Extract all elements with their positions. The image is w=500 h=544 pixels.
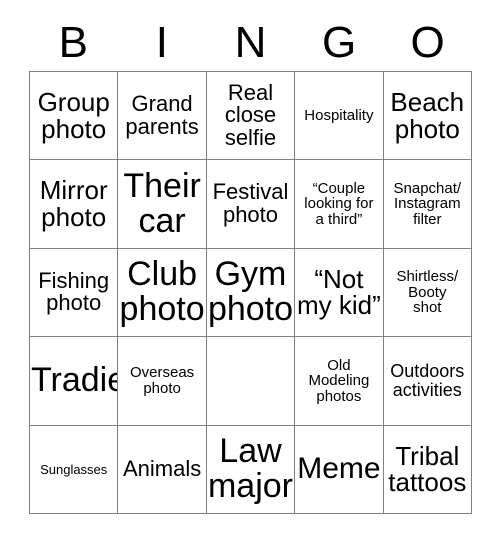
bingo-cell[interactable]: Their car — [118, 160, 207, 249]
bingo-cell-label: Sunglasses — [40, 461, 108, 477]
bingo-cell-label: Outdoors activities — [390, 361, 465, 400]
bingo-header-row: B I N G O — [29, 14, 472, 71]
bingo-cell[interactable]: Gym photo — [206, 248, 296, 338]
bingo-cell[interactable]: Mirror photo — [30, 160, 119, 249]
bingo-cell-label: Beach photo — [390, 86, 465, 144]
bingo-cell[interactable]: Overseas photo — [118, 337, 207, 426]
bingo-cell[interactable]: Old Modeling photos — [295, 337, 384, 426]
bingo-cell-label: Law major — [207, 432, 293, 506]
bingo-cell[interactable]: Shirtless/ Booty shot — [383, 248, 472, 338]
header-letter-n: N — [234, 17, 267, 67]
bingo-cell-label: Shirtless/ Booty shot — [396, 268, 459, 317]
bingo-cell-label: Festival photo — [212, 179, 289, 228]
bingo-cell[interactable]: Hospitality — [295, 72, 384, 161]
bingo-card: B I N G O Group photo Grand parents Real c… — [0, 0, 500, 544]
header-letter-b: B — [58, 17, 88, 67]
bingo-cell[interactable]: Fishing photo — [30, 248, 119, 338]
bingo-cell[interactable]: Tribal tattoos — [383, 425, 472, 514]
bingo-cell[interactable]: Tradie — [30, 337, 119, 426]
header-letter-o: O — [410, 17, 445, 67]
bingo-cell[interactable]: Group photo — [30, 72, 119, 161]
bingo-cell[interactable]: Real close selfie — [206, 72, 296, 161]
bingo-cell-label: Overseas photo — [129, 364, 195, 397]
bingo-cell-label: Tradie — [31, 361, 119, 400]
bingo-cell-label: Hospitality — [304, 106, 374, 124]
bingo-cell-label: Snapchat/ Instagram filter — [393, 179, 462, 228]
bingo-cell[interactable]: Sunglasses — [30, 425, 119, 514]
bingo-cell-label: Meme — [297, 451, 381, 485]
bingo-cell[interactable]: Snapchat/ Instagram filter — [383, 160, 472, 249]
bingo-cell-label: “Couple looking for a third” — [304, 179, 374, 228]
bingo-cell[interactable]: Outdoors activities — [383, 337, 472, 426]
bingo-cell[interactable]: Club photo — [118, 248, 207, 338]
bingo-cell[interactable]: Law major — [206, 425, 296, 514]
bingo-cell[interactable]: Festival photo — [206, 160, 296, 249]
bingo-cell-label: Grand parents — [125, 91, 199, 139]
bingo-cell-label: Animals — [122, 455, 202, 481]
bingo-cell[interactable]: “Couple looking for a third” — [295, 160, 384, 249]
bingo-cell-label: Old Modeling photos — [308, 356, 370, 405]
bingo-cell-label: Fishing photo — [38, 267, 110, 316]
bingo-cell[interactable] — [206, 337, 296, 426]
bingo-cell[interactable]: Animals — [118, 425, 207, 514]
bingo-cell-label: Gym photo — [207, 255, 294, 329]
header-letter-g: G — [321, 17, 357, 67]
bingo-cell[interactable]: Grand parents — [118, 72, 207, 161]
bingo-cell-label: Club photo — [119, 255, 205, 329]
bingo-cell-label: Their car — [123, 167, 201, 241]
bingo-cell-label: Tribal tattoos — [388, 440, 467, 498]
bingo-cell[interactable]: Beach photo — [383, 72, 472, 161]
bingo-cell-label: Real close selfie — [224, 79, 277, 151]
bingo-cell[interactable]: Meme — [295, 425, 384, 514]
header-letter-i: I — [155, 17, 168, 67]
bingo-cell-label: Mirror photo — [39, 175, 108, 233]
bingo-cell[interactable]: “Not my kid” — [295, 248, 384, 338]
bingo-cell-label: Group photo — [37, 86, 110, 144]
bingo-cell-label: “Not my kid” — [297, 263, 381, 321]
bingo-grid: Group photo Grand parents Real close selfi… — [29, 71, 472, 514]
